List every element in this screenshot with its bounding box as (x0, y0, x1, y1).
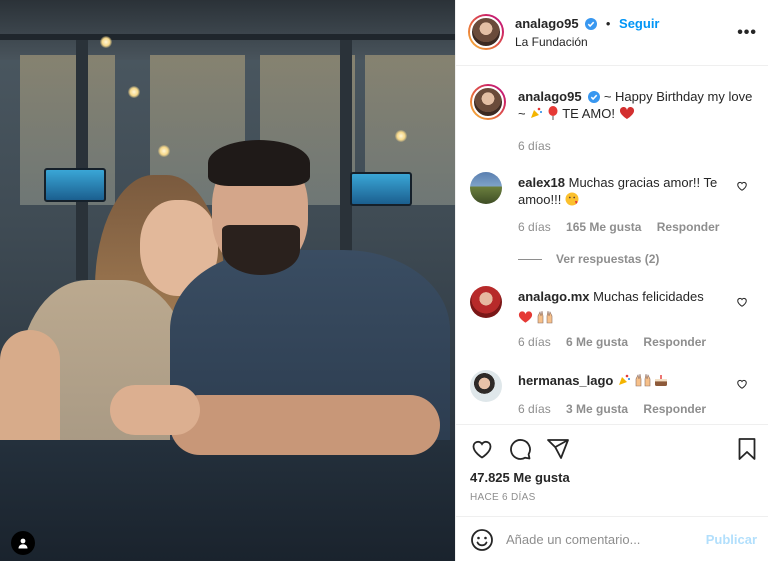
comment-meta: 6 días 6 Me gusta Responder (518, 335, 706, 349)
party-popper-icon (529, 106, 543, 124)
red-heart-icon (518, 311, 533, 328)
comment-likes[interactable]: 165 Me gusta (566, 220, 641, 234)
user-tag-icon[interactable] (11, 531, 35, 555)
post-age[interactable]: HACE 6 DÍAS (470, 492, 536, 503)
photo-table (0, 440, 455, 561)
cake-icon (654, 373, 668, 391)
photo-light (100, 36, 112, 48)
comment-age[interactable]: 6 días (518, 335, 551, 349)
comment-icon[interactable] (508, 437, 532, 461)
photo-light (395, 130, 407, 142)
reply-button[interactable]: Responder (643, 402, 706, 416)
two-hearts-icon (619, 106, 635, 124)
emoji-icon[interactable] (470, 528, 494, 552)
comment-avatar[interactable] (470, 172, 502, 204)
likes-count[interactable]: 47.825 Me gusta (470, 470, 570, 485)
party-popper-icon (617, 373, 631, 391)
publish-button[interactable]: Publicar (706, 532, 757, 547)
caption-text-2: TE AMO! (562, 106, 615, 121)
caption-avatar[interactable] (470, 84, 506, 120)
verified-badge-icon (585, 18, 598, 30)
more-icon[interactable]: ••• (737, 24, 757, 42)
share-icon[interactable] (546, 437, 570, 461)
comment-heart-icon[interactable] (736, 378, 748, 390)
add-comment-bar: Publicar (456, 516, 768, 561)
author-username[interactable]: analago95 (515, 16, 579, 31)
photo-man-hair (208, 140, 310, 186)
comment-heart-icon[interactable] (736, 180, 748, 192)
post-location[interactable]: La Fundación (515, 35, 588, 49)
photo-tv (350, 172, 412, 206)
comment-age[interactable]: 6 días (518, 220, 551, 234)
author-line: analago95 • Seguir (515, 16, 660, 31)
comment-heart-icon[interactable] (736, 296, 748, 308)
view-replies-label: Ver respuestas (2) (556, 252, 660, 266)
comment-text: Muchas felicidades (593, 289, 704, 304)
comment-meta: 6 días 3 Me gusta Responder (518, 402, 706, 416)
reply-button[interactable]: Responder (643, 335, 706, 349)
photo-pillar (76, 40, 88, 280)
caption-text-block: analago95 ~ Happy Birthday my love ~ TE … (518, 88, 758, 155)
photo-woman-hand (110, 385, 200, 435)
author-avatar[interactable] (468, 14, 504, 50)
comment-avatar[interactable] (470, 286, 502, 318)
post-header: analago95 • Seguir La Fundación ••• (456, 0, 768, 66)
raising-hands-icon (635, 373, 651, 391)
comment-text-block: analago.mx Muchas felicidades (518, 288, 728, 328)
comment-text-block: hermanas_lago (518, 372, 728, 391)
balloon-icon (547, 106, 559, 124)
bookmark-icon[interactable] (735, 437, 759, 461)
post-photo[interactable] (0, 0, 455, 561)
comment-likes[interactable]: 6 Me gusta (566, 335, 628, 349)
kiss-face-icon (565, 192, 579, 210)
comment-text-block: ealex18 Muchas gracias amor!! Te amoo!!! (518, 174, 728, 210)
photo-light (128, 86, 140, 98)
heart-icon[interactable] (470, 437, 494, 461)
separator-dot: • (605, 16, 611, 31)
comment-username[interactable]: ealex18 (518, 175, 565, 190)
comment-age[interactable]: 6 días (518, 402, 551, 416)
photo-light (158, 145, 170, 157)
view-replies-button[interactable]: Ver respuestas (2) (518, 252, 659, 266)
action-bar (456, 424, 768, 472)
photo-ceiling (0, 0, 455, 60)
comment-input[interactable] (506, 529, 696, 549)
follow-button[interactable]: Seguir (619, 16, 659, 31)
verified-badge-icon (588, 91, 601, 103)
caption-age[interactable]: 6 días (518, 138, 758, 155)
comment-username[interactable]: hermanas_lago (518, 373, 613, 388)
view-replies-line (518, 258, 542, 260)
caption-username[interactable]: analago95 (518, 89, 582, 104)
comment-avatar[interactable] (470, 370, 502, 402)
photo-man-beard (222, 225, 300, 275)
photo-beam (0, 34, 455, 40)
raising-hands-icon (537, 310, 553, 328)
reply-button[interactable]: Responder (657, 220, 720, 234)
comment-likes[interactable]: 3 Me gusta (566, 402, 628, 416)
comment-emoji-row (518, 309, 728, 328)
photo-tv (44, 168, 106, 202)
comment-username[interactable]: analago.mx (518, 289, 590, 304)
comment-meta: 6 días 165 Me gusta Responder (518, 220, 719, 234)
photo-man-arm (170, 395, 440, 455)
photo-pillar (340, 40, 352, 280)
post-sidebar: analago95 • Seguir La Fundación ••• anal… (455, 0, 768, 561)
